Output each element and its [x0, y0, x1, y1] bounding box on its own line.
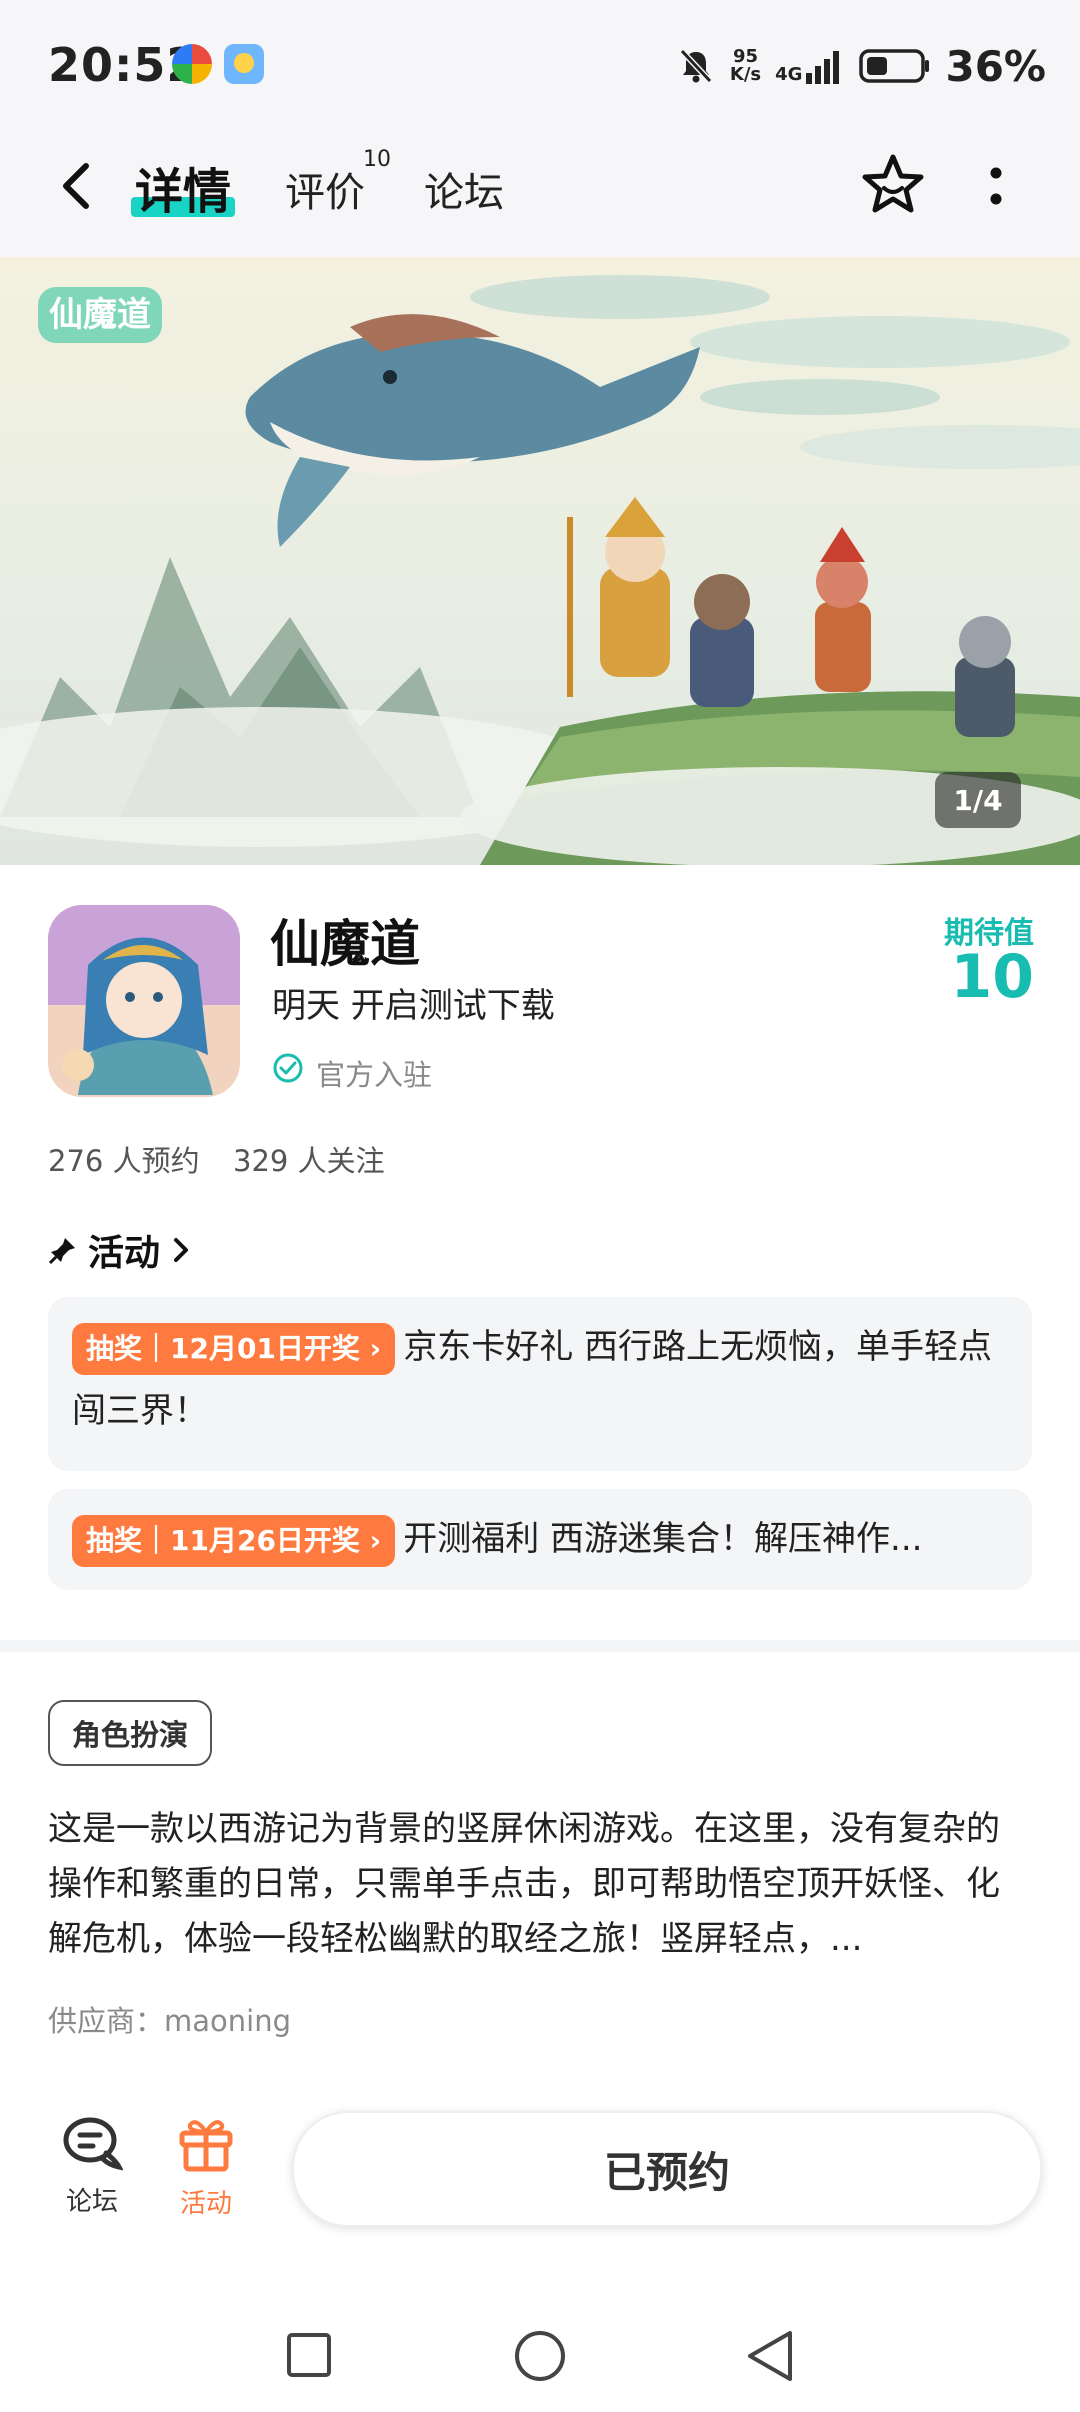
activity-card[interactable]: 抽奖｜11月26日开奖 › 开测福利 西游迷集合！解压神作... — [48, 1489, 1032, 1590]
activity-tag: 抽奖｜12月01日开奖 › — [72, 1322, 396, 1375]
back-nav-icon[interactable] — [742, 2328, 798, 2384]
tab-reviews-count: 10 — [363, 147, 391, 172]
section-divider — [0, 1640, 1080, 1652]
home-icon[interactable] — [512, 2328, 568, 2384]
battery-percent: 36% — [945, 41, 1046, 91]
bottom-forum-button[interactable]: 论坛 — [56, 2115, 128, 2218]
expectation-value: 10 — [950, 942, 1035, 1012]
favorite-star-icon[interactable] — [860, 152, 926, 218]
pin-icon — [48, 1238, 75, 1265]
app-notification-icon — [172, 44, 212, 84]
signal-icon — [806, 51, 840, 84]
activity-section-header[interactable]: 活动 — [48, 1225, 192, 1275]
gift-icon — [179, 2120, 233, 2172]
more-options-icon[interactable] — [984, 164, 1008, 208]
battery-icon — [859, 49, 930, 83]
chevron-right-icon — [174, 1238, 189, 1262]
recent-apps-icon[interactable] — [284, 2330, 334, 2380]
weather-app-icon — [224, 44, 264, 84]
activity-heading-label: 活动 — [88, 1233, 161, 1274]
activity-text: 开测福利 西游迷集合！解压神作... — [403, 1519, 923, 1559]
bottom-activity-button[interactable]: 活动 — [170, 2115, 242, 2220]
tab-detail[interactable]: 详情 — [135, 152, 231, 222]
mute-bell-icon — [679, 48, 713, 84]
game-release-status: 明天 开启测试下载 — [272, 986, 555, 1026]
back-arrow-icon[interactable] — [56, 160, 96, 212]
game-icon — [48, 905, 240, 1097]
game-banner-carousel[interactable]: 仙魔道 — [0, 257, 1080, 865]
bottom-forum-label: 论坛 — [65, 2187, 118, 2217]
activity-tag: 抽奖｜11月26日开奖 › — [72, 1514, 396, 1567]
network-type: 4G — [775, 64, 803, 85]
verified-check-icon — [273, 1053, 303, 1083]
banner-page-counter: 1/4 — [935, 772, 1021, 828]
banner-logo-text: 仙魔道 — [49, 295, 151, 335]
chat-bubble-icon — [63, 2117, 124, 2171]
bottom-activity-label: 活动 — [179, 2189, 232, 2219]
supplier-label: 供应商：maoning — [48, 2004, 291, 2038]
genre-tag[interactable]: 角色扮演 — [48, 1700, 213, 1766]
game-title: 仙魔道 — [270, 915, 420, 973]
banner-artwork: 仙魔道 — [0, 257, 1080, 865]
official-badge-label: 官方入驻 — [316, 1058, 433, 1092]
follow-count: 329 人关注 — [233, 1144, 385, 1178]
tab-reviews[interactable]: 评价 — [285, 160, 365, 218]
game-description[interactable]: 这是一款以西游记为背景的竖屏休闲游戏。在这里，没有复杂的操作和繁重的日常，只需单… — [48, 1802, 1032, 1967]
network-speed: 95 K/s — [729, 46, 762, 85]
status-right: 95 K/s 4G 36% — [676, 36, 1046, 96]
activity-card[interactable]: 抽奖｜12月01日开奖 › 京东卡好礼 西行路上无烦恼，单手轻点闯三界！ — [48, 1297, 1032, 1471]
reserve-count: 276 人预约 — [48, 1144, 200, 1178]
reserved-button[interactable]: 已预约 — [292, 2111, 1042, 2227]
tab-forum[interactable]: 论坛 — [424, 160, 504, 218]
